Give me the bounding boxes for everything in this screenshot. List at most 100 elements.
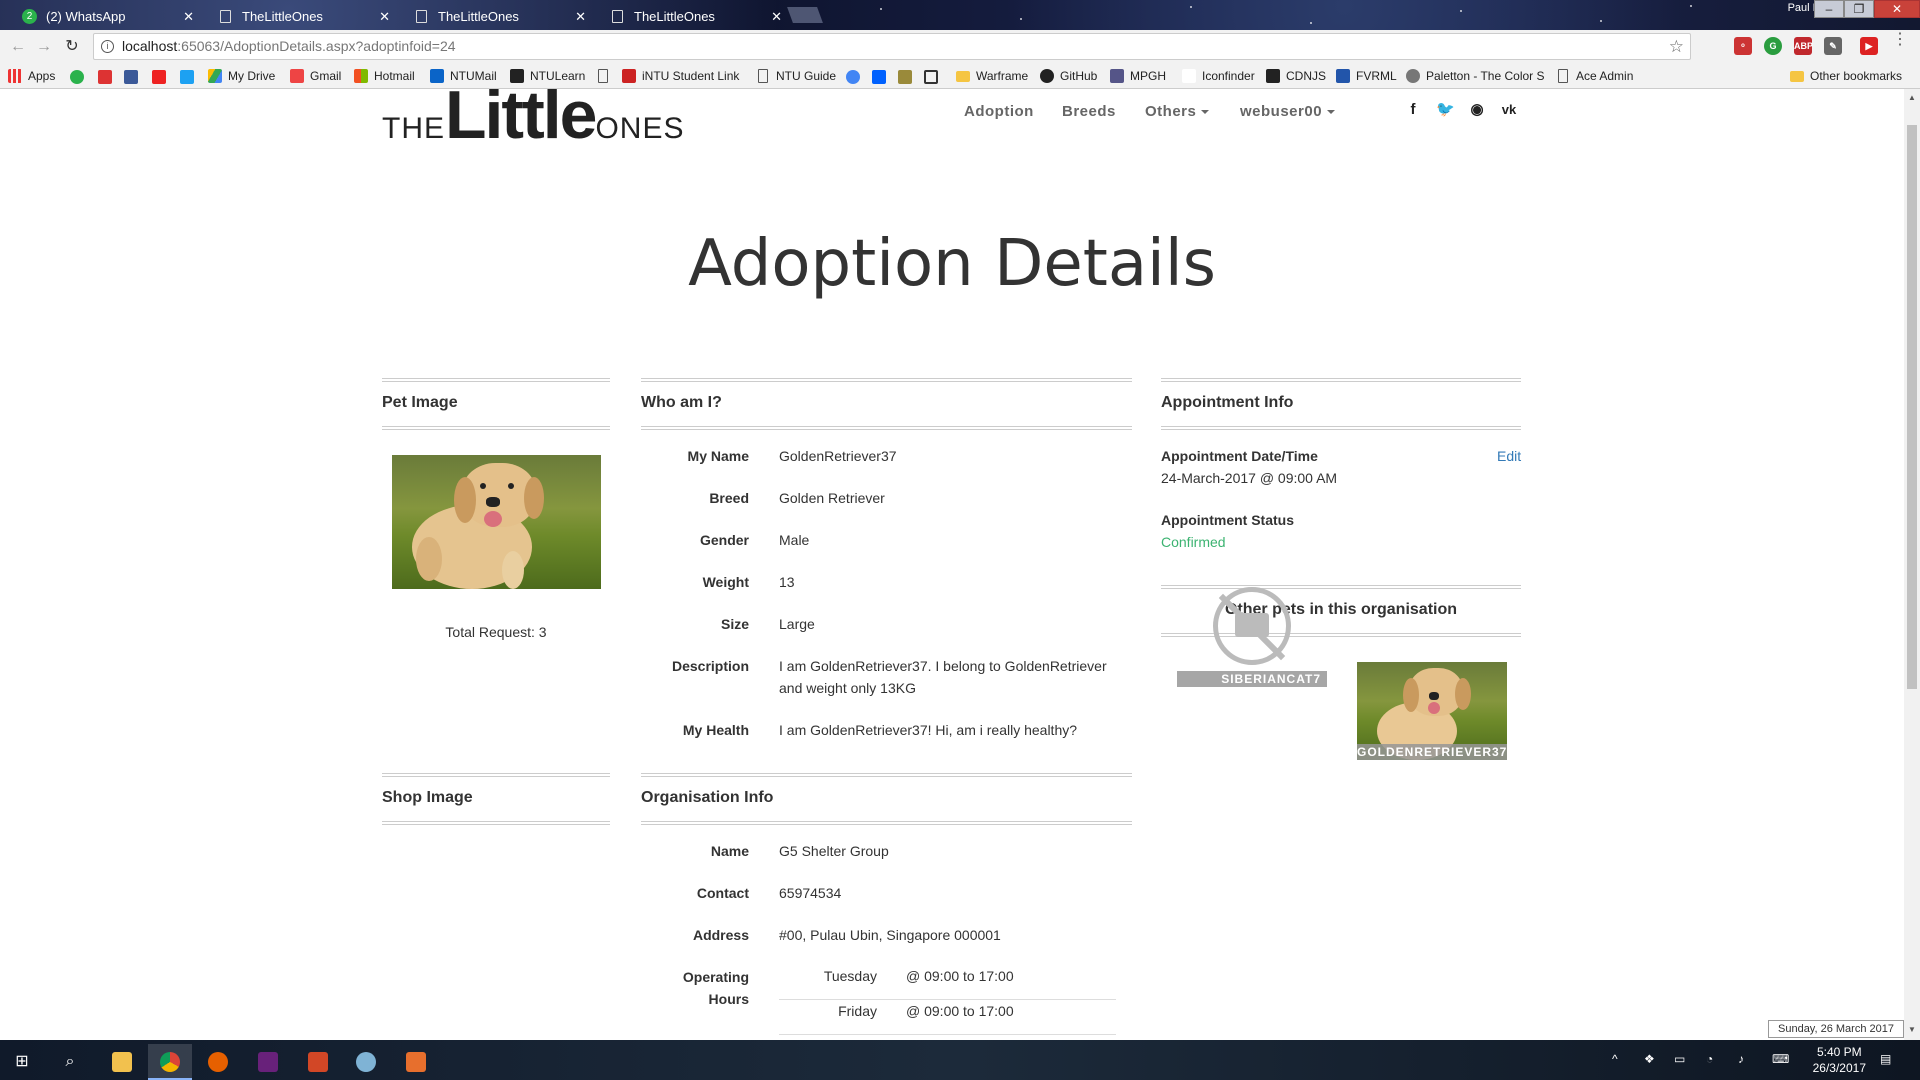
bookmark-mpgh[interactable]: MPGH (1110, 67, 1166, 85)
paint-icon[interactable] (344, 1044, 388, 1080)
bookmark-twitter[interactable] (180, 67, 194, 85)
pet-photo[interactable] (392, 455, 601, 589)
day-cell: Tuesday (823, 968, 877, 984)
bookmark-other[interactable]: Other bookmarks (1790, 67, 1902, 85)
bookmark-ntulearn[interactable]: NTULearn (510, 67, 585, 85)
chevron-up-icon[interactable]: ^ (1612, 1052, 1618, 1066)
page-scrollbar[interactable]: ▲ ▼ (1904, 89, 1920, 1040)
visual-studio-icon[interactable] (246, 1044, 290, 1080)
bookmark-star-icon[interactable]: ☆ (1669, 34, 1684, 59)
pen-icon[interactable]: ✎ (1824, 37, 1842, 55)
clock-date: 26/3/2017 (1812, 1061, 1866, 1075)
back-icon[interactable]: ← (8, 37, 28, 57)
info-icon[interactable]: i (101, 40, 114, 53)
dropbox-icon[interactable]: ❖ (1644, 1052, 1655, 1066)
extension-icon[interactable]: ᵒ (1734, 37, 1752, 55)
restore-button[interactable]: ❐ (1844, 0, 1874, 18)
extension-icon[interactable]: ▶ (1860, 37, 1878, 55)
nav-user[interactable]: webuser00 (1240, 103, 1336, 120)
bookmark-cdnjs[interactable]: CDNJS (1266, 67, 1326, 85)
scroll-down-icon[interactable]: ▼ (1908, 1025, 1916, 1034)
facebook-icon[interactable]: f (1404, 101, 1422, 119)
powerpoint-icon[interactable] (296, 1044, 340, 1080)
page-viewport: THELittleONES Adoption Breeds Others web… (0, 89, 1904, 1040)
notifications-icon[interactable]: ▤ (1880, 1052, 1891, 1066)
organisation-name-value: G5 Shelter Group (779, 843, 889, 859)
bookmark-whatsapp[interactable] (70, 67, 84, 85)
weight-value: 13 (779, 574, 795, 590)
close-window-button[interactable]: ✕ (1874, 0, 1920, 18)
app-icon[interactable] (394, 1044, 438, 1080)
status-badge: Confirmed (1161, 534, 1226, 550)
palette-icon (1406, 69, 1420, 83)
nav-breeds[interactable]: Breeds (1062, 103, 1116, 120)
bookmark-intu-student-link[interactable]: iNTU Student Link (622, 67, 739, 85)
bookmark-screen[interactable] (924, 67, 938, 85)
menu-icon[interactable]: ⋮ (1892, 32, 1908, 48)
keyboard-icon[interactable]: ⌨ (1772, 1052, 1789, 1066)
tab-whatsapp[interactable]: 2 (2) WhatsApp ✕ (10, 3, 206, 30)
drive-icon (208, 69, 222, 83)
bookmark-fvrml[interactable]: FVRML (1336, 67, 1397, 85)
close-tab-icon[interactable]: ✕ (183, 3, 194, 30)
bookmark-youtube[interactable] (152, 67, 166, 85)
rss-icon[interactable]: ◉ (1468, 101, 1486, 119)
forward-icon[interactable]: → (34, 37, 54, 57)
new-tab-button[interactable] (787, 7, 823, 23)
other-pet-name: GOLDENRETRIEVER37 (1357, 744, 1507, 760)
nav-others[interactable]: Others (1145, 103, 1210, 120)
wifi-icon[interactable]: ◔ (1706, 1052, 1713, 1066)
bookmark-x[interactable] (98, 67, 112, 85)
search-icon[interactable]: ⌕ (48, 1044, 92, 1080)
bookmark-gmail[interactable]: Gmail (290, 67, 341, 85)
nav-others-label: Others (1145, 103, 1197, 120)
vk-icon[interactable]: vk (1500, 101, 1518, 119)
close-tab-icon[interactable]: ✕ (575, 3, 586, 30)
site-logo[interactable]: THELittleONES (382, 89, 684, 149)
nav-adoption[interactable]: Adoption (964, 103, 1034, 120)
bookmark-ntumail[interactable]: NTUMail (430, 67, 497, 85)
bookmark-student-link[interactable] (596, 67, 616, 85)
bookmark-facebook[interactable] (124, 67, 138, 85)
file-explorer-icon[interactable] (100, 1044, 144, 1080)
bookmark-ace-admin[interactable]: Ace Admin (1556, 67, 1633, 85)
twitter-icon[interactable]: 🐦 (1436, 101, 1455, 119)
bookmark-dropbox[interactable] (872, 67, 886, 85)
other-pet-card[interactable]: GOLDENRETRIEVER37 (1357, 662, 1507, 760)
bookmark-warframe[interactable]: Warframe (956, 67, 1028, 85)
bookmark-apps[interactable]: Apps (8, 67, 55, 85)
chrome-icon[interactable] (148, 1044, 192, 1080)
minimize-button[interactable]: – (1814, 0, 1844, 18)
bookmark-iconfinder[interactable]: Iconfinder (1182, 67, 1255, 85)
bookmark-ntu-guide[interactable]: NTU Guide (756, 67, 836, 85)
who-am-i-heading: Who am I? (641, 378, 1132, 430)
star-decoration (880, 8, 882, 10)
logo-the: THE (382, 112, 445, 145)
tab-thelittleones-3[interactable]: TheLittleOnes ✕ (598, 3, 794, 30)
scroll-up-icon[interactable]: ▲ (1908, 93, 1916, 102)
star-decoration (1690, 5, 1692, 7)
address-bar[interactable]: i localhost:65063/AdoptionDetails.aspx?a… (93, 33, 1691, 60)
tab-thelittleones-2[interactable]: TheLittleOnes ✕ (402, 3, 598, 30)
windows-start-icon[interactable]: ⊞ (0, 1044, 44, 1080)
field-label: Gender (699, 532, 749, 548)
bookmark-hotmail[interactable]: Hotmail (354, 67, 415, 85)
firefox-icon[interactable] (196, 1044, 240, 1080)
adblock-icon[interactable]: ABP (1794, 37, 1813, 55)
bookmark-google[interactable] (846, 67, 860, 85)
system-clock[interactable]: 5:40 PM 26/3/2017 (1813, 1044, 1866, 1076)
close-tab-icon[interactable]: ✕ (771, 3, 782, 30)
grammarly-icon[interactable]: G (1764, 37, 1782, 55)
bookmark-github[interactable]: GitHub (1040, 67, 1097, 85)
reload-icon[interactable]: ↻ (62, 37, 82, 57)
bookmark-shield[interactable] (898, 67, 912, 85)
close-tab-icon[interactable]: ✕ (379, 3, 390, 30)
scrollbar-thumb[interactable] (1907, 125, 1917, 689)
battery-icon[interactable]: ▭ (1674, 1052, 1685, 1066)
volume-icon[interactable]: ♪ (1738, 1052, 1744, 1066)
bookmark-paletton[interactable]: Paletton - The Color S (1406, 67, 1545, 85)
bookmark-my-drive[interactable]: My Drive (208, 67, 275, 85)
tab-thelittleones-1[interactable]: TheLittleOnes ✕ (206, 3, 402, 30)
appointment-heading: Appointment Info (1161, 378, 1521, 430)
edit-appointment-link[interactable]: Edit (1497, 445, 1521, 467)
